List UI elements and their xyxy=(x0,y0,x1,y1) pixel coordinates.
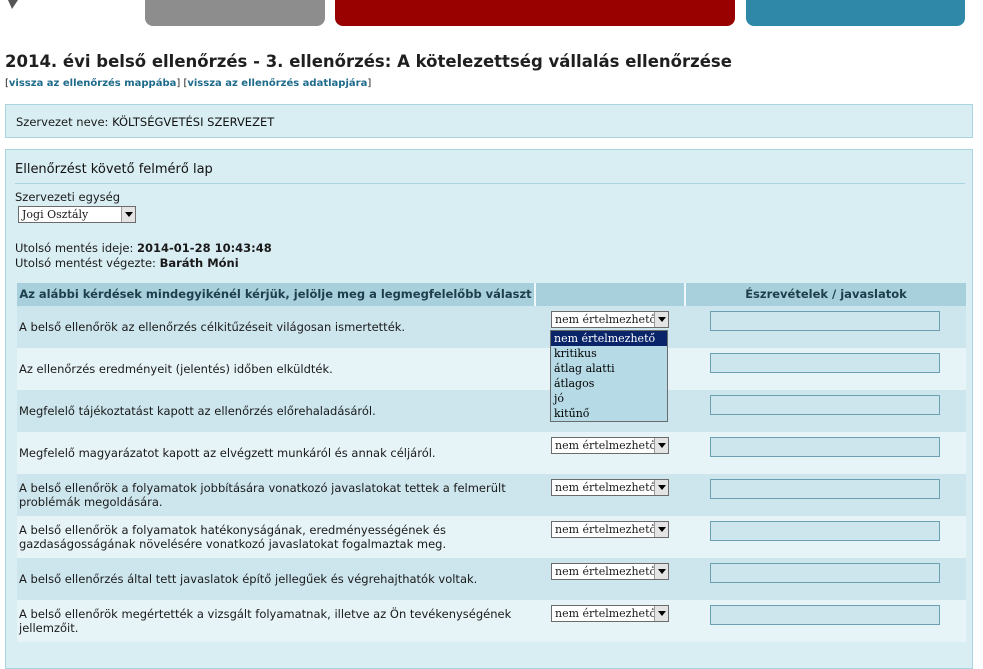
last-saver: Utolsó mentést végezte: Baráth Móni xyxy=(15,256,239,270)
back-to-folder-link[interactable]: vissza az ellenőrzés mappába xyxy=(9,78,176,89)
question-text: A belső ellenőrök megértették a vizsgált… xyxy=(19,607,512,635)
table-header: Az alábbi kérdések mindegyikénél kérjük,… xyxy=(17,283,966,306)
nav-tab-gray[interactable] xyxy=(145,0,325,26)
last-save-time: Utolsó mentés ideje: 2014-01-28 10:43:48 xyxy=(15,241,272,255)
chevron-down-icon[interactable] xyxy=(654,438,668,453)
answer-select[interactable]: nem értelmezhető xyxy=(551,605,669,622)
logo-icon xyxy=(8,0,18,9)
answer-dropdown-list[interactable]: nem értelmezhető kritikus átlag alatti átla… xyxy=(550,330,668,422)
survey-form: Ellenőrzést követő felmérő lap Szervezet… xyxy=(5,149,973,669)
dropdown-option[interactable]: kritikus xyxy=(551,346,667,361)
answer-select-value: nem értelmezhető xyxy=(555,439,657,452)
question-text: A belső ellenőrök az ellenőrzés célkitűz… xyxy=(19,320,406,334)
table-row: A belső ellenőrök az ellenőrzés célkitűz… xyxy=(17,306,966,348)
dropdown-option[interactable]: kitűnő xyxy=(551,406,667,421)
table-row: A belső ellenőrök megértették a vizsgált… xyxy=(17,600,966,642)
answer-select-value: nem értelmezhető xyxy=(555,607,657,620)
answer-select[interactable]: nem értelmezhető xyxy=(551,563,669,580)
chevron-down-icon[interactable] xyxy=(654,522,668,537)
notes-input[interactable] xyxy=(710,605,940,625)
column-header-answer xyxy=(536,283,686,306)
page-title: 2014. évi belső ellenőrzés - 3. ellenőrz… xyxy=(5,52,732,71)
answer-select-value: nem értelmezhető xyxy=(555,481,657,494)
table-row: A belső ellenőrök a folyamatok jobbításá… xyxy=(17,474,966,516)
question-text: A belső ellenőrök a folyamatok jobbításá… xyxy=(19,481,506,509)
table-body: A belső ellenőrök az ellenőrzés célkitűz… xyxy=(17,306,966,642)
form-title-divider xyxy=(15,183,965,184)
answer-select-value: nem értelmezhető xyxy=(555,523,657,536)
unit-select[interactable]: Jogi Osztály xyxy=(18,206,136,223)
answer-select-value: nem értelmezhető xyxy=(555,565,657,578)
form-title: Ellenőrzést követő felmérő lap xyxy=(15,162,213,177)
question-text: Megfelelő tájékoztatást kapott az ellenő… xyxy=(19,404,376,418)
notes-input[interactable] xyxy=(710,395,940,415)
question-table: Az alábbi kérdések mindegyikénél kérjük,… xyxy=(17,283,966,642)
dropdown-option[interactable]: jó xyxy=(551,391,667,406)
last-save-value: 2014-01-28 10:43:48 xyxy=(137,241,272,255)
back-links: [vissza az ellenőrzés mappába] [vissza a… xyxy=(5,78,372,89)
last-saver-value: Baráth Móni xyxy=(159,256,239,270)
question-text: A belső ellenőrök a folyamatok hatékonys… xyxy=(19,523,447,551)
table-row: Az ellenőrzés eredményeit (jelentés) idő… xyxy=(17,348,966,390)
chevron-down-icon[interactable] xyxy=(654,564,668,579)
unit-select-value: Jogi Osztály xyxy=(22,208,89,221)
table-row: Megfelelő magyarázatot kapott az elvégze… xyxy=(17,432,966,474)
notes-input[interactable] xyxy=(710,479,940,499)
unit-label: Szervezeti egység xyxy=(15,190,121,204)
back-to-datasheet-link[interactable]: vissza az ellenőrzés adatlapjára xyxy=(187,78,367,89)
notes-input[interactable] xyxy=(710,353,940,373)
answer-select[interactable]: nem értelmezhető xyxy=(551,311,669,328)
chevron-down-icon[interactable] xyxy=(654,606,668,621)
last-save-label: Utolsó mentés ideje: xyxy=(15,241,134,255)
table-row: A belső ellenőrök a folyamatok hatékonys… xyxy=(17,516,966,558)
dropdown-option[interactable]: átlagos xyxy=(551,376,667,391)
answer-select[interactable]: nem értelmezhető xyxy=(551,437,669,454)
organization-name: KÖLTSÉGVETÉSI SZERVEZET xyxy=(112,115,275,129)
notes-input[interactable] xyxy=(710,437,940,457)
answer-select[interactable]: nem értelmezhető xyxy=(551,521,669,538)
column-header-question: Az alábbi kérdések mindegyikénél kérjük,… xyxy=(17,283,536,306)
nav-tab-red[interactable] xyxy=(335,0,735,26)
organization-box: Szervezet neve: KÖLTSÉGVETÉSI SZERVEZET xyxy=(5,104,973,138)
column-header-notes: Észrevételek / javaslatok xyxy=(745,287,907,301)
answer-select-value: nem értelmezhető xyxy=(555,313,657,326)
dropdown-option[interactable]: átlag alatti xyxy=(551,361,667,376)
notes-input[interactable] xyxy=(710,311,940,331)
answer-select[interactable]: nem értelmezhető xyxy=(551,479,669,496)
question-text: A belső ellenőrzés által tett javaslatok… xyxy=(19,572,478,586)
notes-input[interactable] xyxy=(710,521,940,541)
notes-input[interactable] xyxy=(710,563,940,583)
chevron-down-icon[interactable] xyxy=(654,480,668,495)
question-text: Az ellenőrzés eredményeit (jelentés) idő… xyxy=(19,362,333,376)
last-saver-label: Utolsó mentést végezte: xyxy=(15,256,156,270)
question-text: Megfelelő magyarázatot kapott az elvégze… xyxy=(19,446,436,460)
table-row: Megfelelő tájékoztatást kapott az ellenő… xyxy=(17,390,966,432)
dropdown-option[interactable]: nem értelmezhető xyxy=(551,331,667,346)
table-row: A belső ellenőrzés által tett javaslatok… xyxy=(17,558,966,600)
chevron-down-icon[interactable] xyxy=(654,312,668,327)
chevron-down-icon[interactable] xyxy=(121,207,135,222)
organization-label: Szervezet neve: xyxy=(16,115,109,129)
nav-tab-blue[interactable] xyxy=(746,0,965,26)
